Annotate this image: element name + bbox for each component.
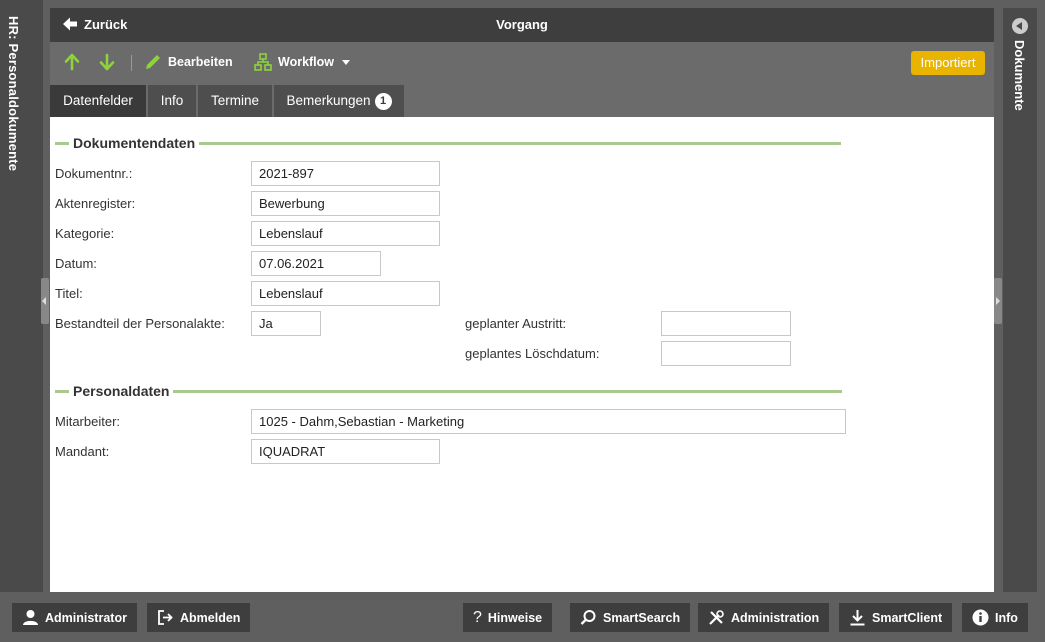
footer-bar: Administrator Abmelden ? Hinweise SmartS… xyxy=(0,600,1045,642)
right-panel-label: Dokumente xyxy=(1012,40,1027,111)
loeschdatum-field[interactable] xyxy=(661,341,791,366)
tab-label: Info xyxy=(160,93,184,108)
section-rule xyxy=(55,141,69,145)
mitarbeiter-label: Mitarbeiter: xyxy=(55,414,121,429)
titel-label: Titel: xyxy=(55,286,83,301)
hinweise-button[interactable]: ? Hinweise xyxy=(463,603,553,632)
move-up-button[interactable] xyxy=(63,53,81,71)
main-window: Zurück Vorgang Bearbeiten Workflow Impor… xyxy=(50,8,994,592)
logout-label: Abmelden xyxy=(180,610,241,625)
austritt-field[interactable] xyxy=(661,311,791,336)
window-title: Vorgang xyxy=(496,17,548,32)
left-panel-label: HR: Personaldokumente xyxy=(6,16,21,172)
user-icon xyxy=(23,610,38,625)
smartclient-label: SmartClient xyxy=(872,610,943,625)
datum-label: Datum: xyxy=(55,256,97,271)
aktenregister-label: Aktenregister: xyxy=(55,196,136,211)
mitarbeiter-field[interactable]: 1025 - Dahm,Sebastian - Marketing xyxy=(251,409,846,434)
austritt-label: geplanter Austritt: xyxy=(465,316,567,331)
question-icon: ? xyxy=(473,608,482,626)
toolbar: Bearbeiten Workflow xyxy=(50,42,994,83)
workflow-icon xyxy=(254,53,272,71)
section-title: Personaldaten xyxy=(73,383,170,399)
left-side-panel[interactable]: HR: Personaldokumente xyxy=(0,0,43,592)
section-rule xyxy=(55,389,69,393)
left-panel-collapse-handle[interactable] xyxy=(41,278,49,324)
expand-left-icon[interactable] xyxy=(1012,18,1028,34)
smartsearch-button[interactable]: SmartSearch xyxy=(570,603,691,632)
caret-down-icon xyxy=(342,59,351,65)
notes-count-badge: 1 xyxy=(374,93,392,110)
kategorie-field[interactable]: Lebenslauf xyxy=(251,221,440,246)
hinweise-label: Hinweise xyxy=(487,610,543,625)
bestandteil-label: Bestandteil der Personalakte: xyxy=(55,316,225,331)
bestandteil-field[interactable]: Ja xyxy=(251,311,321,336)
logout-button[interactable]: Abmelden xyxy=(147,603,251,632)
section-title: Dokumentendaten xyxy=(73,135,196,151)
administration-label: Administration xyxy=(731,610,820,625)
dokumentnr-label: Dokumentnr.: xyxy=(55,166,133,181)
download-icon xyxy=(850,610,865,626)
tab-bemerkungen[interactable]: Bemerkungen 1 xyxy=(274,83,404,117)
pencil-icon xyxy=(146,55,160,69)
move-down-button[interactable] xyxy=(98,53,116,71)
info-icon xyxy=(972,609,989,626)
datum-field[interactable]: 07.06.2021 xyxy=(251,251,381,276)
right-panel-collapse-handle[interactable] xyxy=(994,278,1002,324)
mandant-field[interactable]: IQUADRAT xyxy=(251,439,440,464)
tab-label: Datenfelder xyxy=(63,93,133,108)
edit-button-label: Bearbeiten xyxy=(168,55,233,69)
right-side-panel[interactable]: Dokumente xyxy=(1003,8,1037,592)
tab-label: Termine xyxy=(210,93,259,108)
aktenregister-field[interactable]: Bewerbung xyxy=(251,191,440,216)
title-bar: Zurück Vorgang xyxy=(50,8,994,42)
tab-termine[interactable]: Termine xyxy=(198,83,272,117)
workflow-label: Workflow xyxy=(278,55,335,69)
section-rule xyxy=(173,389,843,393)
titel-field[interactable]: Lebenslauf xyxy=(251,281,440,306)
kategorie-label: Kategorie: xyxy=(55,226,115,241)
administrator-button[interactable]: Administrator xyxy=(12,603,137,632)
smartsearch-label: SmartSearch xyxy=(603,610,681,625)
arrow-down-icon xyxy=(99,53,115,71)
section-dokumentendaten: Dokumentendaten xyxy=(55,135,842,151)
workflow-dropdown[interactable]: Workflow xyxy=(254,53,351,71)
tab-datenfelder[interactable]: Datenfelder xyxy=(50,83,146,117)
info-label: Info xyxy=(995,610,1018,625)
administrator-label: Administrator xyxy=(45,610,127,625)
logout-icon xyxy=(158,610,173,625)
mandant-label: Mandant: xyxy=(55,444,110,459)
toolbar-divider xyxy=(131,55,132,71)
status-badge: Importiert xyxy=(911,51,985,75)
tools-icon xyxy=(709,610,724,625)
section-personaldaten: Personaldaten xyxy=(55,383,843,399)
dokumentnr-field[interactable]: 2021-897 xyxy=(251,161,440,186)
search-icon xyxy=(580,610,596,625)
arrow-up-icon xyxy=(64,53,80,71)
section-rule xyxy=(199,141,842,145)
tab-bar: Datenfelder Info Termine Bemerkungen 1 xyxy=(50,83,994,117)
loeschdatum-label: geplantes Löschdatum: xyxy=(465,346,600,361)
smartclient-button[interactable]: SmartClient xyxy=(839,603,953,632)
administration-button[interactable]: Administration xyxy=(698,603,830,632)
info-button[interactable]: Info xyxy=(962,603,1028,632)
tab-label: Bemerkungen xyxy=(286,93,371,108)
edit-button[interactable]: Bearbeiten xyxy=(144,53,233,71)
tab-info[interactable]: Info xyxy=(148,83,196,117)
